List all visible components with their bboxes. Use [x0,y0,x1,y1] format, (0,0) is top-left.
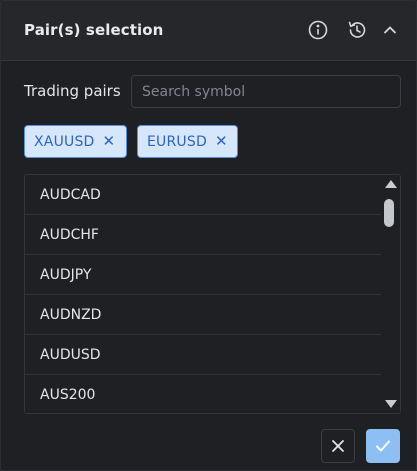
list-item-label: AUDJPY [40,267,92,283]
panel-header: Pair(s) selection [1,1,416,61]
panel-title: Pair(s) selection [24,21,164,39]
list-item-label: AUDUSD [40,347,101,363]
history-icon[interactable] [346,19,368,41]
info-icon[interactable] [307,19,329,41]
chip-label: XAUUSD [34,133,95,150]
close-icon[interactable]: ✕ [103,134,116,149]
check-icon [376,440,390,452]
scroll-up-arrow-icon[interactable] [385,180,397,188]
cancel-button[interactable] [321,429,355,463]
chip-label: EURUSD [147,133,207,150]
list-item[interactable]: AUDNZD [25,295,381,335]
list-item[interactable]: AUDCAD [25,175,381,215]
scrollbar-thumb[interactable] [384,199,394,227]
selected-pair-chip: XAUUSD ✕ [24,125,127,158]
list-scrollbar[interactable] [380,175,400,413]
list-item[interactable]: AUDCHF [25,215,381,255]
list-item[interactable]: AUDJPY [25,255,381,295]
chevron-up-icon[interactable] [379,19,401,41]
pair-selection-panel: Pair(s) selection Trading pairs XAUUSD ✕ [0,0,417,471]
scroll-down-arrow-icon[interactable] [385,400,397,408]
list-item-label: AUS200 [40,387,96,403]
list-item-label: AUDCHF [40,227,99,243]
close-icon [332,440,344,452]
list-item-label: AUDNZD [40,307,102,323]
list-item[interactable]: AUDUSD [25,335,381,375]
trading-pairs-label: Trading pairs [24,82,121,100]
confirm-button[interactable] [366,429,400,463]
list-item-label: AUDCAD [40,187,101,203]
search-symbol-input[interactable] [131,75,401,108]
close-icon[interactable]: ✕ [215,134,228,149]
symbol-list: AUDCAD AUDCHF AUDJPY AUDNZD AUDUSD AUS20… [24,174,401,414]
list-item[interactable]: AUS200 [25,375,381,413]
selected-pair-chip: EURUSD ✕ [137,125,238,158]
